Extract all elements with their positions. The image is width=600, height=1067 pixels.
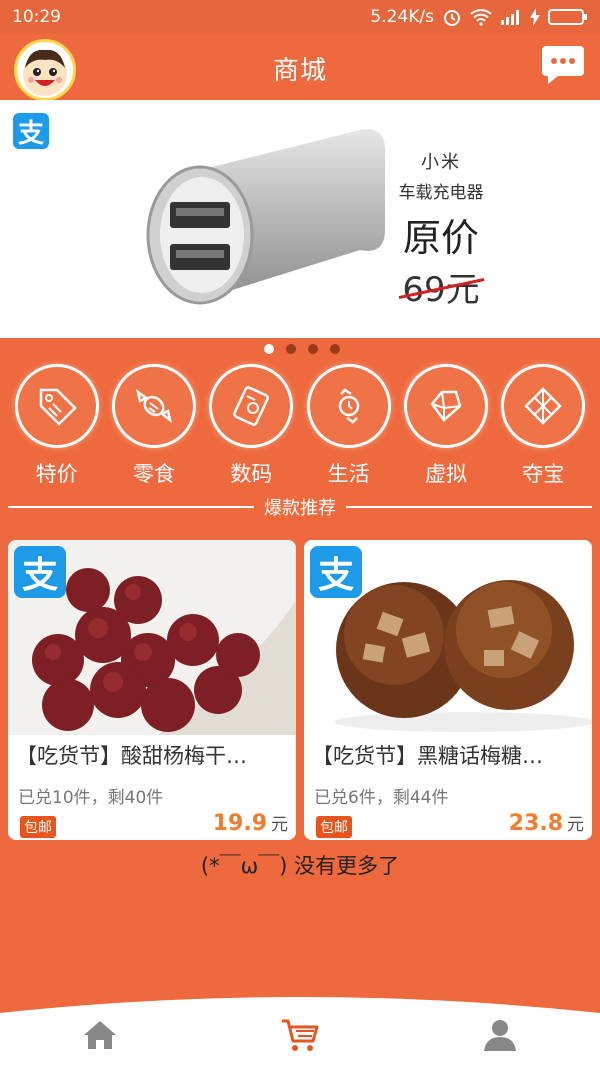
- price-value: 19.9: [212, 811, 267, 836]
- gift-icon: [524, 387, 563, 425]
- alipay-icon: 支: [13, 113, 49, 149]
- user-icon: [484, 1020, 516, 1051]
- promo-banner[interactable]: 支 小米 车载充电器 原价 69元: [0, 100, 600, 338]
- product-list: 支 【吃货节】酸甜杨梅干… 已兑10件，剩40件 包邮 19.9 元 支 【吃货…: [0, 532, 600, 1002]
- banner-brand: 小米: [421, 152, 461, 173]
- banner-text: 小米 车载充电器 原价 69元: [386, 148, 496, 311]
- category-label: 数码: [230, 462, 273, 486]
- no-more-text: (*￣ω￣) 没有更多了: [200, 854, 400, 878]
- product-card[interactable]: 支 【吃货节】黑糖话梅糖… 已兑6件，剩44件 包邮 23.8 元: [304, 540, 592, 840]
- page-title: 商城: [272, 56, 327, 86]
- category-digital[interactable]: 数码: [209, 364, 294, 494]
- category-circle: [209, 364, 294, 448]
- nav-home[interactable]: [80, 1015, 120, 1055]
- product-price: 19.9 元: [213, 810, 288, 836]
- product-card[interactable]: 支 【吃货节】酸甜杨梅干… 已兑10件，剩40件 包邮 19.9 元: [8, 540, 296, 840]
- price-unit: 元: [567, 815, 584, 835]
- free-shipping-badge: 包邮: [316, 816, 352, 838]
- device-icon: [233, 386, 270, 426]
- price-value: 23.8: [508, 811, 563, 836]
- battery-icon: [548, 9, 587, 25]
- watch-icon: [338, 388, 359, 424]
- category-circle: [501, 364, 586, 448]
- banner-original-label: 原价: [402, 216, 479, 260]
- divider-line: [346, 506, 592, 508]
- bottom-nav: [0, 995, 600, 1067]
- alarm-icon: [444, 10, 460, 26]
- category-circle: [403, 364, 488, 448]
- product-price: 23.8 元: [509, 810, 584, 836]
- category-label: 夺宝: [522, 462, 565, 486]
- signal-icon: [501, 10, 519, 25]
- category-circle: [306, 364, 391, 448]
- status-icons: 5.24K/s: [370, 7, 588, 27]
- alipay-icon: 支: [310, 546, 362, 598]
- nav-profile[interactable]: [480, 1015, 520, 1055]
- section-header: 爆款推荐: [8, 494, 592, 520]
- product-title: 【吃货节】酸甜杨梅干…: [16, 744, 247, 768]
- category-circle: [111, 364, 196, 448]
- category-circle: [14, 364, 99, 448]
- wifi-icon: [470, 9, 492, 26]
- category-label: 零食: [132, 462, 175, 486]
- car-charger-image: [146, 129, 385, 305]
- candy-icon: [136, 388, 172, 424]
- category-label: 特价: [35, 462, 78, 486]
- status-bar: 10:29 5.24K/s: [0, 0, 600, 34]
- section-title: 爆款推荐: [264, 498, 336, 519]
- free-shipping-badge: 包邮: [20, 816, 56, 838]
- status-time: 10:29: [12, 7, 61, 27]
- product-title: 【吃货节】黑糖话梅糖…: [312, 744, 543, 768]
- carousel-dot[interactable]: [264, 344, 274, 354]
- banner-original-price: 69元: [402, 262, 479, 311]
- alipay-icon: 支: [14, 546, 66, 598]
- category-special[interactable]: 特价: [14, 364, 99, 494]
- nav-cart[interactable]: [280, 1015, 320, 1055]
- price-unit: 元: [271, 815, 288, 835]
- carousel-dot[interactable]: [308, 344, 318, 354]
- charging-icon: [530, 8, 540, 26]
- network-speed: 5.24K/s: [370, 7, 434, 27]
- diamond-icon: [430, 390, 462, 422]
- banner-product: 车载充电器: [398, 183, 484, 203]
- carousel-dot[interactable]: [286, 344, 296, 354]
- category-label: 生活: [327, 462, 370, 486]
- product-stock: 已兑6件，剩44件: [314, 788, 449, 808]
- message-button[interactable]: [540, 42, 586, 88]
- carousel-dot[interactable]: [330, 344, 340, 354]
- category-label: 虚拟: [424, 462, 467, 486]
- product-stock: 已兑10件，剩40件: [18, 788, 164, 808]
- category-virtual[interactable]: 虚拟: [403, 364, 488, 494]
- category-life[interactable]: 生活: [306, 364, 391, 494]
- divider-line: [8, 506, 254, 508]
- category-snacks[interactable]: 零食: [111, 364, 196, 494]
- cart-icon: [282, 1019, 319, 1051]
- carousel-indicator: [264, 344, 340, 354]
- chat-bubble-icon: [542, 46, 584, 84]
- tag-icon: [39, 388, 77, 426]
- home-icon: [84, 1021, 116, 1049]
- category-treasure[interactable]: 夺宝: [501, 364, 586, 494]
- app-header: 商城: [0, 34, 600, 101]
- category-row: 特价 零食 数码 生活 虚拟 夺宝: [0, 364, 600, 494]
